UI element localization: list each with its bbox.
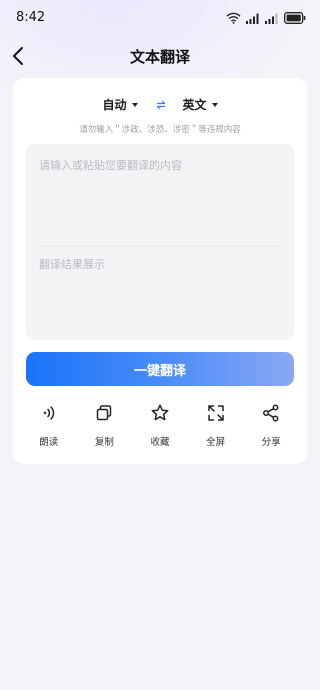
share-button[interactable]: 分享 xyxy=(243,403,299,449)
page-title: 文本翻译 xyxy=(129,48,190,66)
target-language-label: 英文 xyxy=(182,97,207,112)
star-icon xyxy=(150,403,170,423)
action-label: 朗读 xyxy=(39,437,59,448)
translation-area: 请输入或粘贴您要翻译的内容 翻译结果展示 xyxy=(26,144,294,340)
nav-bar: 文本翻译 xyxy=(0,38,320,74)
battery-icon xyxy=(284,12,306,24)
source-language-select[interactable]: 自动 xyxy=(102,96,138,113)
status-time: 8:42 xyxy=(16,10,46,25)
translator-card: 自动 英文 请勿输入＂涉政、涉恐、涉密＂等违规内容 请输入或粘贴您要翻译的内容 … xyxy=(13,78,307,464)
divider xyxy=(39,246,281,247)
action-label: 复制 xyxy=(94,437,114,448)
action-bar: 朗读 复制 收藏 全屏 分享 xyxy=(21,403,299,449)
translate-button-label: 一键翻译 xyxy=(133,363,186,379)
action-label: 分享 xyxy=(261,437,281,448)
signal-icon xyxy=(265,13,279,24)
action-label: 全屏 xyxy=(206,437,226,448)
translation-result: 翻译结果展示 xyxy=(39,258,105,271)
fullscreen-button[interactable]: 全屏 xyxy=(188,403,244,449)
speaker-icon xyxy=(39,403,59,423)
swap-icon xyxy=(156,95,166,114)
favorite-button[interactable]: 收藏 xyxy=(132,403,188,449)
content-notice: 请勿输入＂涉政、涉恐、涉密＂等违规内容 xyxy=(79,125,241,135)
source-language-label: 自动 xyxy=(102,97,127,112)
copy-icon xyxy=(94,403,114,423)
target-language-select[interactable]: 英文 xyxy=(183,96,218,113)
caret-down-icon xyxy=(211,102,218,107)
fullscreen-icon xyxy=(206,403,226,423)
copy-button[interactable]: 复制 xyxy=(77,403,133,449)
wifi-icon xyxy=(226,12,241,24)
action-label: 收藏 xyxy=(150,437,170,448)
read-aloud-button[interactable]: 朗读 xyxy=(21,403,77,449)
translate-button[interactable]: 一键翻译 xyxy=(26,352,294,386)
language-selector-row: 自动 英文 xyxy=(13,95,307,113)
status-bar: 8:42 xyxy=(0,0,320,36)
signal-icon xyxy=(246,13,260,24)
caret-down-icon xyxy=(131,102,138,107)
status-icons xyxy=(226,11,306,25)
share-icon xyxy=(261,403,281,423)
source-text-input[interactable]: 请输入或粘贴您要翻译的内容 xyxy=(39,157,182,173)
swap-language-button[interactable] xyxy=(151,95,171,114)
